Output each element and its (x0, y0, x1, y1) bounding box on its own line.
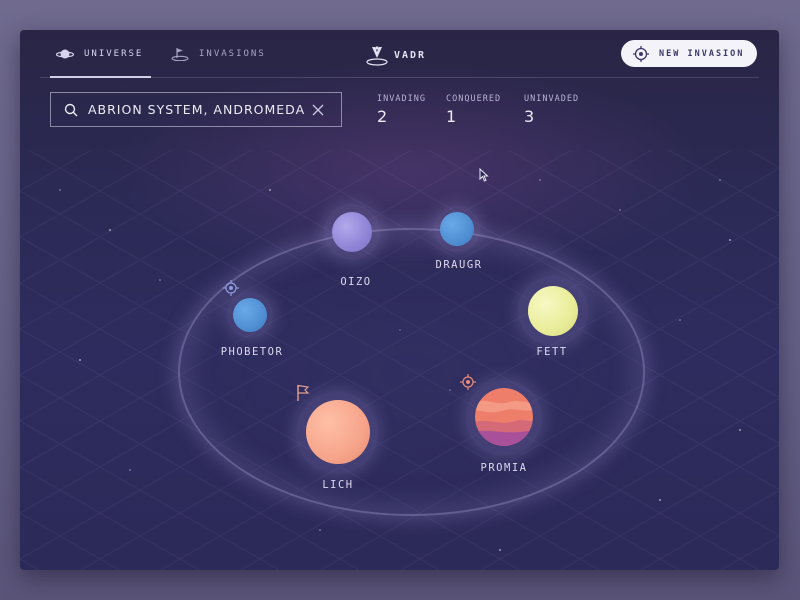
brand-name: VADR (394, 49, 427, 61)
flag-marker-icon[interactable] (296, 384, 310, 402)
brand-logo[interactable]: VADR (366, 44, 426, 66)
search-input[interactable] (88, 102, 306, 117)
nav-divider (40, 77, 759, 78)
stat-uninvaded-value: 3 (524, 107, 535, 126)
planet-label-lich: LICH (322, 479, 354, 491)
planet-promia[interactable] (475, 388, 533, 446)
target-icon (633, 45, 649, 62)
clear-search-icon[interactable] (312, 104, 324, 116)
planet-lich[interactable] (306, 400, 370, 464)
stat-uninvaded-label: UNINVADED (524, 94, 580, 104)
planet-draugr[interactable] (440, 212, 474, 246)
target-marker-icon[interactable] (223, 280, 239, 296)
search-box (50, 92, 342, 127)
planet-label-phobetor: PHOBETOR (220, 346, 284, 358)
planet-fett[interactable] (528, 286, 578, 336)
app-window: UNIVERSE INVASIONS VADR NEW INVASION ABR… (20, 30, 779, 570)
tab-invasions-label: INVASIONS (199, 49, 266, 59)
search-icon (64, 103, 78, 116)
tab-universe-label: UNIVERSE (84, 49, 144, 59)
planet-label-oizo: OIZO (340, 276, 372, 288)
new-invasion-label: NEW INVASION (659, 48, 745, 59)
mouse-cursor-icon (479, 168, 489, 182)
stat-invading: INVADING 2 (377, 94, 426, 126)
tab-invasions[interactable]: INVASIONS (171, 46, 266, 62)
planet-label-fett: FETT (536, 346, 568, 358)
invasion-flag-icon (171, 48, 189, 61)
vadr-logo-icon (366, 46, 388, 66)
planet-label-draugr: DRAUGR (435, 259, 483, 271)
top-nav: UNIVERSE INVASIONS VADR NEW INVASION (20, 30, 779, 78)
planet-label-promia: PROMIA (480, 462, 528, 474)
new-invasion-button[interactable]: NEW INVASION (621, 40, 757, 67)
tab-universe[interactable]: UNIVERSE (56, 46, 143, 62)
stat-invading-value: 2 (377, 107, 388, 126)
stat-invading-label: INVADING (377, 94, 426, 104)
stat-uninvaded: UNINVADED 3 (524, 94, 579, 126)
stat-conquered: CONQUERED 1 (446, 94, 501, 126)
stat-conquered-value: 1 (446, 107, 457, 126)
target-marker-icon[interactable] (460, 374, 476, 390)
stat-conquered-label: CONQUERED (446, 94, 502, 104)
planet-phobetor[interactable] (233, 298, 267, 332)
planet-icon (56, 49, 74, 59)
orbit-ring (178, 228, 645, 516)
planet-oizo[interactable] (332, 212, 372, 252)
